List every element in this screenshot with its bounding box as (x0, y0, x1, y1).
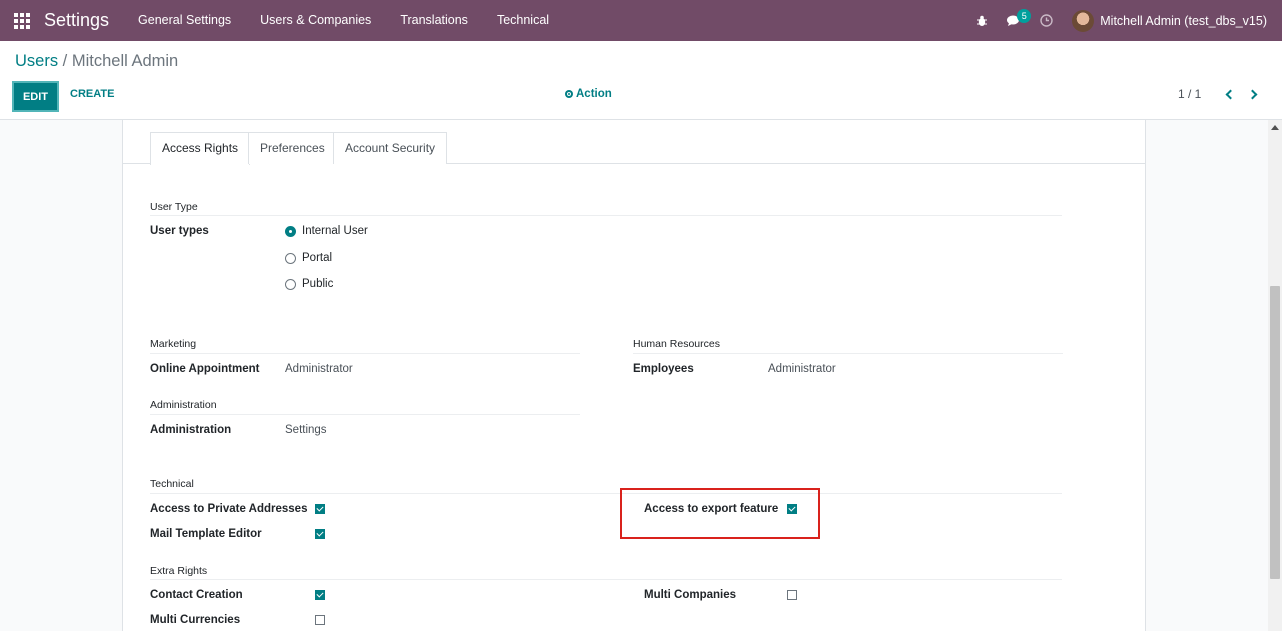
breadcrumb-separator: / (58, 52, 72, 70)
group-title-extra-rights: Extra Rights (150, 565, 208, 577)
messages-chat-icon[interactable]: 5 (998, 0, 1032, 41)
group-title-marketing: Marketing (150, 338, 197, 350)
radio-portal[interactable]: Portal (285, 252, 332, 264)
radio-button[interactable] (285, 252, 296, 264)
breadcrumb-users[interactable]: Users (15, 52, 58, 70)
mail-template-editor-label: Mail Template Editor (150, 528, 262, 540)
radio-label: Internal User (302, 225, 368, 237)
radio-button[interactable] (285, 225, 296, 237)
contact-creation-label: Contact Creation (150, 589, 243, 601)
administration-label: Administration (150, 424, 232, 436)
scroll-up-arrow-icon[interactable] (1271, 125, 1279, 130)
edit-button[interactable]: EDIT (12, 81, 59, 112)
tab-access-rights[interactable]: Access Rights (150, 132, 251, 165)
tab-preferences[interactable]: Preferences (248, 132, 337, 164)
top-navbar: Settings General Settings Users & Compan… (0, 0, 1282, 41)
menu-translations[interactable]: Translations (385, 0, 482, 41)
control-panel: Users / Mitchell Admin EDIT CREATE Actio… (0, 41, 1282, 120)
group-title-user-type: User Type (150, 201, 198, 213)
pager-value[interactable]: 1 / 1 (1178, 87, 1201, 101)
multi-currencies-label: Multi Currencies (150, 614, 241, 626)
radio-label: Public (302, 278, 334, 290)
main-menu: General Settings Users & Companies Trans… (123, 0, 563, 41)
avatar (1072, 9, 1095, 32)
pager-previous-button[interactable] (1220, 85, 1238, 103)
breadcrumb: Users / Mitchell Admin (15, 52, 178, 71)
action-dropdown[interactable]: Action (565, 88, 612, 100)
breadcrumb-current: Mitchell Admin (71, 52, 179, 70)
online-appointment-value: Administrator (285, 363, 353, 375)
employees-value: Administrator (768, 363, 836, 375)
notebook-tabs: Access Rights Preferences Account Securi… (123, 132, 1145, 165)
radio-internal-user[interactable]: Internal User (285, 225, 368, 237)
chevron-left-icon (1225, 89, 1236, 99)
form-sheet: Access Rights Preferences Account Securi… (122, 120, 1146, 631)
tab-account-security[interactable]: Account Security (333, 132, 448, 164)
multi-companies-checkbox[interactable] (787, 590, 797, 600)
group-divider (150, 493, 1062, 494)
group-title-technical: Technical (150, 478, 194, 490)
group-divider (633, 353, 1063, 354)
systray: 5 Mitchell Admin (test_dbs_v15) (966, 0, 1282, 41)
group-divider (150, 215, 1062, 216)
menu-technical[interactable]: Technical (482, 0, 563, 41)
radio-public[interactable]: Public (285, 278, 333, 290)
pager-next-button[interactable] (1245, 85, 1263, 103)
private-addresses-label: Access to Private Addresses (150, 503, 308, 515)
debug-bug-icon[interactable] (966, 0, 998, 41)
gear-icon (565, 90, 573, 98)
apps-menu-icon[interactable] (0, 0, 44, 41)
group-divider (150, 579, 1062, 580)
vertical-scrollbar[interactable] (1268, 120, 1282, 631)
user-menu[interactable]: Mitchell Admin (test_dbs_v15) (1062, 0, 1282, 41)
create-button[interactable]: CREATE (70, 88, 114, 100)
highlight-box (620, 488, 820, 539)
action-label: Action (576, 88, 612, 100)
chevron-right-icon (1247, 89, 1258, 99)
group-title-human-resources: Human Resources (633, 338, 720, 350)
user-types-label: User types (150, 225, 209, 237)
user-name: Mitchell Admin (test_dbs_v15) (1100, 13, 1267, 28)
group-title-administration: Administration (150, 399, 217, 411)
app-title[interactable]: Settings (44, 10, 109, 31)
administration-value: Settings (285, 424, 327, 436)
group-divider (150, 353, 580, 354)
radio-button[interactable] (285, 278, 296, 290)
menu-general-settings[interactable]: General Settings (123, 0, 245, 41)
multi-currencies-checkbox[interactable] (315, 615, 325, 625)
messages-badge: 5 (1017, 9, 1032, 23)
radio-label: Portal (302, 252, 333, 264)
employees-label: Employees (633, 363, 694, 375)
scrollbar-thumb[interactable] (1270, 286, 1280, 579)
private-addresses-checkbox[interactable] (315, 504, 325, 514)
activity-clock-icon[interactable] (1030, 0, 1062, 41)
form-view: Access Rights Preferences Account Securi… (0, 120, 1268, 631)
menu-users-companies[interactable]: Users & Companies (245, 0, 385, 41)
contact-creation-checkbox[interactable] (315, 590, 325, 600)
online-appointment-label: Online Appointment (150, 363, 260, 375)
group-divider (150, 414, 580, 415)
mail-template-editor-checkbox[interactable] (315, 529, 325, 539)
multi-companies-label: Multi Companies (644, 589, 737, 601)
